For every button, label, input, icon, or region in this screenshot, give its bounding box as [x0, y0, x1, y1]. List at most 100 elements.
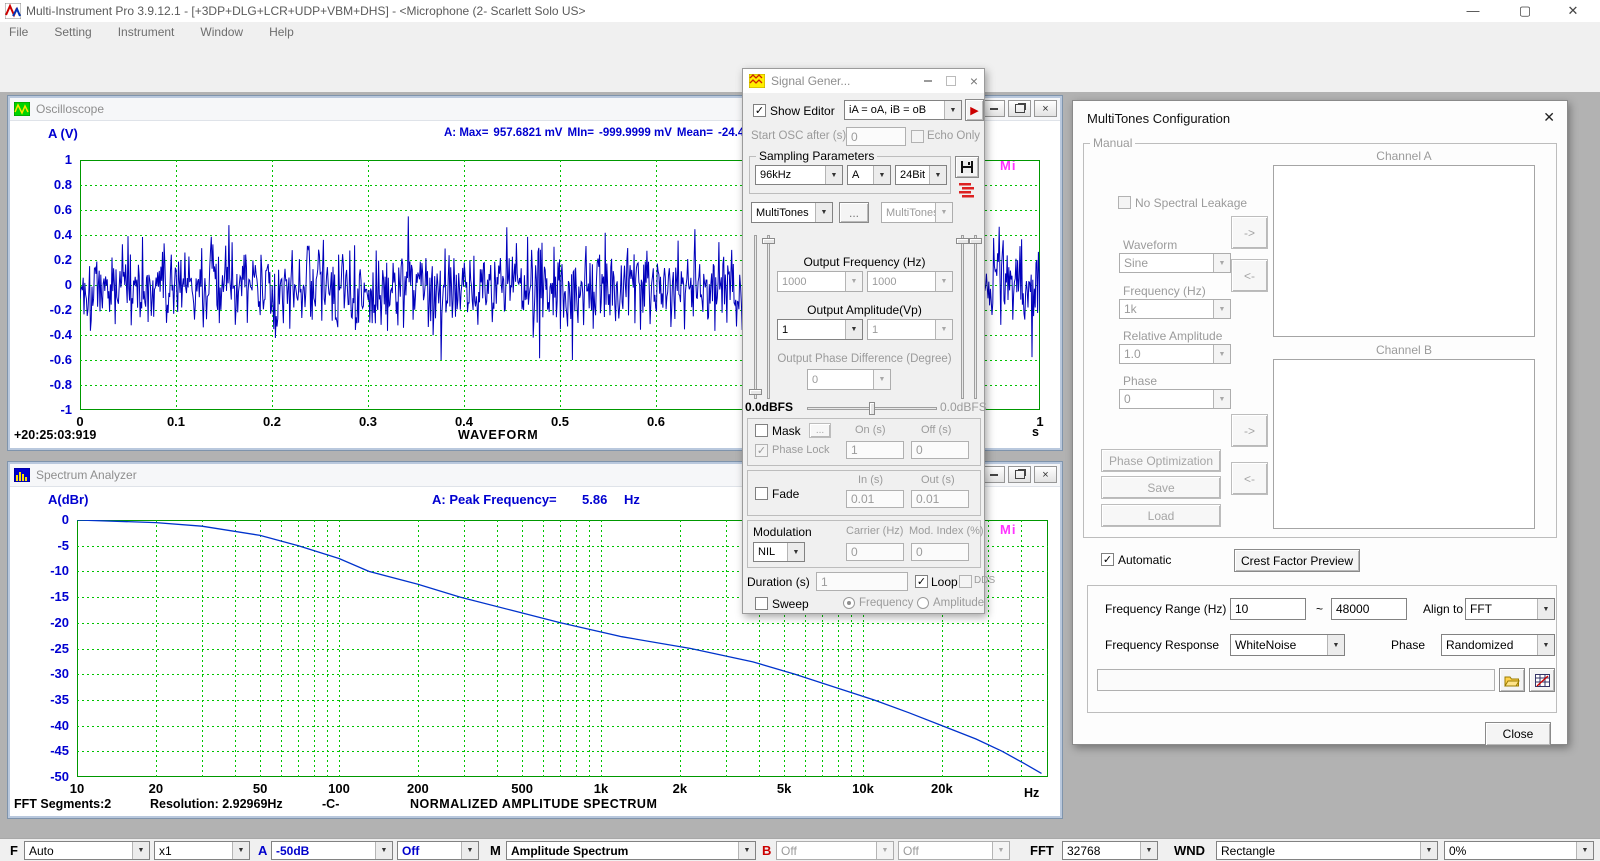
automatic-checkbox[interactable]: ✓ — [1101, 553, 1114, 566]
chevron-down-icon[interactable]: ▼ — [935, 203, 952, 222]
chevron-down-icon[interactable]: ▼ — [929, 166, 946, 184]
restore-icon[interactable] — [1008, 466, 1031, 483]
amp-b-combo[interactable]: 1▼ — [867, 319, 953, 340]
phase-diff-combo[interactable]: 0▼ — [807, 369, 891, 390]
chevron-down-icon[interactable]: ▼ — [461, 842, 478, 859]
chevron-down-icon[interactable]: ▼ — [944, 101, 961, 119]
sweep-checkbox[interactable] — [755, 597, 768, 610]
add-tone-b-button[interactable]: -> — [1231, 414, 1268, 447]
chevron-down-icon[interactable]: ▼ — [935, 320, 952, 339]
fade-checkbox[interactable] — [755, 487, 768, 500]
filter-a-combo[interactable]: Off▼ — [397, 841, 479, 860]
freq-a-combo[interactable]: 1000▼ — [777, 271, 863, 292]
maximize-button[interactable]: ▢ — [1502, 0, 1548, 21]
chevron-down-icon[interactable]: ▼ — [845, 320, 862, 339]
remove-tone-b-button[interactable]: <- — [1231, 462, 1268, 495]
refresh-combo[interactable]: Auto▼ — [24, 841, 150, 860]
gen-channel-combo[interactable]: A▼ — [847, 165, 891, 185]
chevron-down-icon[interactable]: ▼ — [873, 166, 890, 184]
minimize-button[interactable]: — — [1450, 0, 1496, 21]
minimize-icon[interactable] — [982, 466, 1005, 483]
level-a-slider-thumb[interactable] — [749, 389, 762, 395]
close-button[interactable]: ✕ — [1550, 0, 1596, 21]
close-dialog-button[interactable]: Close — [1485, 722, 1551, 746]
signal-generator-title-bar[interactable]: Signal Gener... × — [743, 69, 984, 93]
gen-bits-combo[interactable]: 24Bit▼ — [895, 165, 947, 185]
chevron-down-icon[interactable]: ▼ — [935, 272, 952, 291]
chevron-down-icon[interactable]: ▼ — [787, 543, 804, 561]
mask-checkbox[interactable] — [755, 424, 768, 437]
gen-rate-combo[interactable]: 96kHz▼ — [755, 165, 843, 185]
range-a-combo[interactable]: -50dB▼ — [271, 841, 393, 860]
load-button[interactable]: Load — [1101, 504, 1221, 527]
multitones-editor-icon[interactable] — [957, 182, 975, 198]
chevron-down-icon[interactable]: ▼ — [825, 166, 842, 184]
close-icon[interactable]: × — [1034, 100, 1057, 117]
fade-in-input[interactable]: 0.01 — [846, 490, 904, 508]
menu-item-help[interactable]: Help — [269, 25, 294, 39]
chevron-down-icon[interactable]: ▼ — [232, 842, 249, 859]
chevron-down-icon[interactable]: ▼ — [1213, 254, 1230, 272]
save-button[interactable]: Save — [1101, 476, 1221, 499]
chevron-down-icon[interactable]: ▼ — [1327, 635, 1344, 655]
overlap-combo[interactable]: 0%▼ — [1444, 841, 1594, 860]
menu-item-window[interactable]: Window — [200, 25, 243, 39]
phase-combo[interactable]: 0▼ — [1119, 389, 1231, 409]
chevron-down-icon[interactable]: ▼ — [1537, 599, 1554, 619]
browse-file-button[interactable] — [1499, 668, 1525, 692]
freq-max-input[interactable]: 48000 — [1331, 598, 1407, 620]
menu-item-instrument[interactable]: Instrument — [118, 25, 175, 39]
loop-checkbox[interactable]: ✓ — [915, 575, 928, 588]
level-a2-slider-thumb[interactable] — [762, 238, 775, 244]
echo-only-checkbox[interactable] — [911, 130, 924, 143]
generator-run-button[interactable]: ▶ — [965, 99, 984, 121]
gen-save-button[interactable] — [955, 156, 979, 178]
chevron-down-icon[interactable]: ▼ — [1213, 300, 1230, 318]
chevron-down-icon[interactable]: ▼ — [1420, 842, 1437, 859]
freq-min-input[interactable]: 10 — [1230, 598, 1306, 620]
sweep-frequency-radio[interactable] — [843, 597, 855, 609]
modulation-combo[interactable]: NIL▼ — [753, 542, 805, 562]
zoom-combo[interactable]: x1▼ — [154, 841, 250, 860]
chevron-down-icon[interactable]: ▼ — [1213, 345, 1230, 363]
add-tone-a-button[interactable]: -> — [1231, 216, 1268, 249]
carrier-input[interactable]: 0 — [846, 543, 904, 561]
waveform-combo[interactable]: Sine▼ — [1119, 253, 1231, 273]
range-b-combo[interactable]: Off▼ — [776, 841, 894, 860]
menu-item-setting[interactable]: Setting — [54, 25, 91, 39]
edit-table-button[interactable] — [1529, 668, 1555, 692]
chevron-down-icon[interactable]: ▼ — [1213, 390, 1230, 408]
phase-lock-checkbox[interactable]: ✓ — [755, 444, 768, 457]
remove-tone-a-button[interactable]: <- — [1231, 259, 1268, 292]
restore-icon[interactable] — [1008, 100, 1031, 117]
wave-editor-button[interactable]: ... — [839, 202, 869, 223]
level-b2-slider-thumb[interactable] — [969, 238, 982, 244]
chevron-down-icon[interactable]: ▼ — [738, 842, 755, 859]
chevron-down-icon[interactable]: ▼ — [992, 842, 1009, 859]
menu-item-file[interactable]: File — [9, 25, 28, 39]
balance-slider-thumb[interactable] — [869, 402, 875, 415]
routing-combo[interactable]: iA = oA, iB = oB▼ — [844, 100, 962, 120]
channel-b-listbox[interactable] — [1273, 359, 1535, 529]
chevron-down-icon[interactable]: ▼ — [1140, 842, 1157, 859]
chevron-down-icon[interactable]: ▼ — [1576, 842, 1593, 859]
close-icon[interactable]: ✕ — [1543, 109, 1555, 126]
chevron-down-icon[interactable]: ▼ — [132, 842, 149, 859]
window-function-combo[interactable]: Rectangle▼ — [1216, 841, 1438, 860]
freq-b-combo[interactable]: 1000▼ — [867, 271, 953, 292]
close-icon[interactable]: × — [970, 73, 978, 89]
channel-a-listbox[interactable] — [1273, 165, 1535, 337]
dds-checkbox[interactable] — [959, 575, 972, 588]
chevron-down-icon[interactable]: ▼ — [876, 842, 893, 859]
close-icon[interactable]: × — [1034, 466, 1057, 483]
mask-off-input[interactable]: 0 — [911, 441, 969, 459]
duration-input[interactable]: 1 — [816, 572, 908, 591]
minimize-icon[interactable] — [982, 100, 1005, 117]
filter-b-combo[interactable]: Off▼ — [898, 841, 1010, 860]
no-spectral-leakage-checkbox[interactable] — [1118, 196, 1131, 209]
multitones-title-bar[interactable]: MultiTones Configuration ✕ — [1073, 101, 1567, 135]
sweep-amplitude-radio[interactable] — [917, 597, 929, 609]
crest-factor-preview-button[interactable]: Crest Factor Preview — [1234, 549, 1360, 572]
amp-a-combo[interactable]: 1▼ — [777, 319, 863, 340]
relative-amplitude-combo[interactable]: 1.0▼ — [1119, 344, 1231, 364]
